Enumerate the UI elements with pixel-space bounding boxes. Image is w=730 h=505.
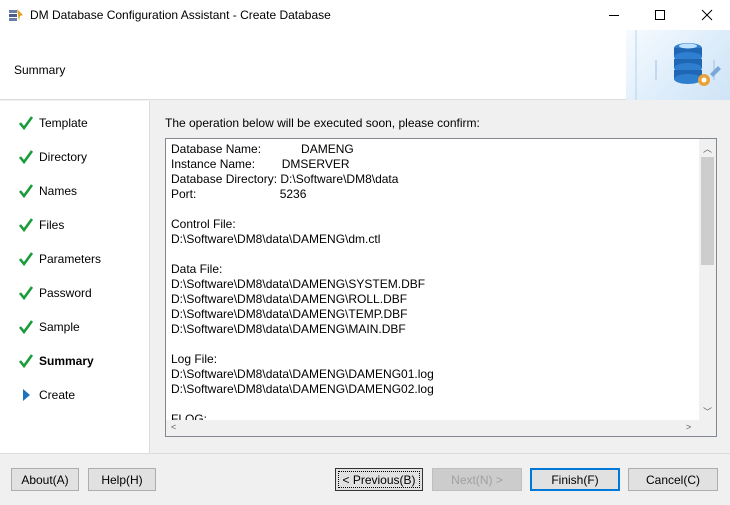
- summary-text: Database Name: DAMENG Instance Name: DMS…: [171, 142, 434, 426]
- scroll-right-icon[interactable]: >: [686, 422, 691, 432]
- minimize-icon[interactable]: [591, 0, 637, 30]
- horizontal-scrollbar[interactable]: < >: [166, 420, 716, 436]
- step-summary: Summary: [18, 351, 94, 371]
- title-bar: DM Database Configuration Assistant - Cr…: [0, 0, 730, 30]
- page-title: Summary: [14, 63, 66, 77]
- step-create: Create: [18, 385, 75, 405]
- footer-divider: [0, 453, 730, 454]
- next-button[interactable]: Next(N) >: [432, 468, 522, 491]
- wizard-steps-sidebar: Template Directory Names Files Parameter…: [0, 101, 150, 453]
- checkmark-icon: [18, 149, 34, 165]
- step-label: Password: [39, 286, 92, 300]
- finish-button[interactable]: Finish(F): [530, 468, 620, 491]
- step-sample: Sample: [18, 317, 80, 337]
- help-button[interactable]: Help(H): [88, 468, 156, 491]
- scroll-left-icon[interactable]: <: [171, 422, 176, 432]
- wizard-header: Summary: [0, 30, 730, 100]
- step-label: Names: [39, 184, 78, 198]
- about-button[interactable]: About(A): [11, 468, 79, 491]
- step-password: Password: [18, 283, 92, 303]
- step-label: Directory: [39, 150, 88, 164]
- checkmark-icon: [18, 285, 34, 301]
- maximize-icon[interactable]: [637, 0, 683, 30]
- scroll-down-icon[interactable]: ﹀: [703, 405, 712, 418]
- arrow-right-icon: [18, 387, 34, 403]
- confirm-prompt: The operation below will be executed soo…: [165, 116, 480, 130]
- app-icon: [8, 7, 24, 23]
- checkmark-icon: [18, 217, 34, 233]
- checkmark-icon: [18, 183, 34, 199]
- vertical-scrollbar[interactable]: ︿ ﹀: [699, 139, 716, 421]
- checkmark-icon: [18, 319, 34, 335]
- scroll-thumb[interactable]: [701, 157, 714, 265]
- step-label: Summary: [39, 354, 94, 368]
- step-names: Names: [18, 181, 77, 201]
- database-gear-icon: [626, 30, 730, 100]
- step-files: Files: [18, 215, 64, 235]
- step-label: Create: [39, 388, 76, 402]
- checkmark-icon: [18, 353, 34, 369]
- previous-button[interactable]: < Previous(B): [335, 468, 423, 491]
- step-directory: Directory: [18, 147, 87, 167]
- close-icon[interactable]: [684, 0, 730, 30]
- step-template: Template: [18, 113, 88, 133]
- checkmark-icon: [18, 115, 34, 131]
- step-label: Template: [39, 116, 88, 130]
- scroll-up-icon[interactable]: ︿: [703, 142, 712, 155]
- summary-textbox[interactable]: Database Name: DAMENG Instance Name: DMS…: [165, 138, 717, 437]
- step-label: Files: [39, 218, 65, 232]
- checkmark-icon: [18, 251, 34, 267]
- step-label: Sample: [39, 320, 80, 334]
- step-label: Parameters: [39, 252, 102, 266]
- cancel-button[interactable]: Cancel(C): [628, 468, 718, 491]
- step-parameters: Parameters: [18, 249, 101, 269]
- window-title: DM Database Configuration Assistant - Cr…: [30, 8, 331, 22]
